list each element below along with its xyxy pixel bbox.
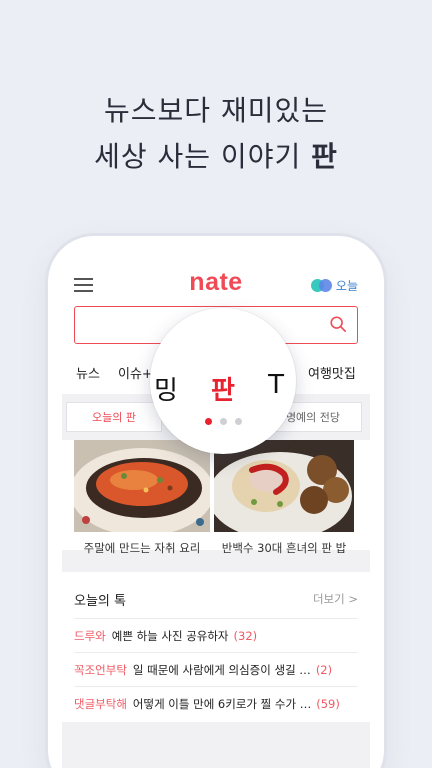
card-caption-meal[interactable]: 반백수 30대 흔녀의 판 밥 bbox=[214, 540, 354, 556]
headline-line-1: 뉴스보다 재미있는 bbox=[104, 94, 328, 127]
page-dot[interactable] bbox=[234, 418, 242, 425]
today-label: 오늘 bbox=[335, 279, 358, 293]
page-indicator bbox=[150, 410, 296, 429]
search-icon[interactable] bbox=[329, 315, 347, 333]
headline-line-2-bold: 판 bbox=[311, 140, 338, 173]
talk-category: 댓글부탁해 bbox=[74, 696, 127, 711]
talk-count: (32) bbox=[233, 628, 258, 643]
today-icon bbox=[310, 279, 333, 292]
page-dot[interactable] bbox=[204, 418, 212, 425]
app-header: nate 오늘 bbox=[62, 252, 370, 302]
talk-row[interactable]: 드루와 예쁜 하늘 사진 공유하자 (32) bbox=[74, 618, 358, 652]
talk-text: 일 때문에 사람에게 의심증이 생길 … bbox=[132, 662, 311, 677]
more-link[interactable]: 더보기 > bbox=[313, 591, 358, 607]
featured-cards: 주말에 만드는 자취 요리 반백수 30대 흔녀의 판 밥 bbox=[62, 440, 370, 555]
card-image-meal[interactable] bbox=[214, 440, 354, 532]
today-button[interactable]: 오늘 bbox=[310, 277, 358, 294]
nav-item-issue[interactable]: 이슈+ bbox=[118, 363, 153, 382]
promo-headline: 뉴스보다 재미있는 세상 사는 이야기 판 bbox=[0, 88, 432, 180]
nav-item-travel-food[interactable]: 여행맛집 bbox=[308, 363, 356, 382]
talk-category: 드루와 bbox=[74, 628, 106, 643]
talk-count: (59) bbox=[316, 696, 340, 711]
talk-count: (2) bbox=[315, 662, 333, 677]
talk-category: 꼭조언부탁 bbox=[74, 662, 127, 677]
headline-line-2-text: 세상 사는 이야기 bbox=[94, 140, 312, 173]
talk-text: 어떻게 이틀 만에 6키로가 찔 수가 … bbox=[132, 696, 312, 711]
today-talk-section: 오늘의 톡 더보기 > 드루와 예쁜 하늘 사진 공유하자 (32) 꼭조언부탁… bbox=[62, 572, 370, 722]
nav-item-news[interactable]: 뉴스 bbox=[76, 363, 100, 382]
pann-magnifier-lens: 밍 판 T bbox=[150, 308, 296, 454]
headline-line-2: 세상 사는 이야기 판 bbox=[0, 134, 432, 180]
card-image-cooking[interactable] bbox=[74, 440, 210, 532]
card-caption-cooking[interactable]: 주말에 만드는 자취 요리 bbox=[74, 540, 210, 556]
talk-section-title: 오늘의 톡 bbox=[74, 594, 126, 609]
talk-row[interactable]: 댓글부탁해 어떻게 이틀 만에 6키로가 찔 수가 … (59) bbox=[74, 686, 358, 720]
tab-today-pann[interactable]: 오늘의 판 bbox=[66, 402, 162, 432]
magnifier-right-glyph: T bbox=[268, 370, 284, 400]
talk-text: 예쁜 하늘 사진 공유하자 bbox=[111, 628, 229, 643]
talk-row[interactable]: 꼭조언부탁 일 때문에 사람에게 의심증이 생길 … (2) bbox=[74, 652, 358, 686]
page-dot[interactable] bbox=[219, 418, 227, 425]
